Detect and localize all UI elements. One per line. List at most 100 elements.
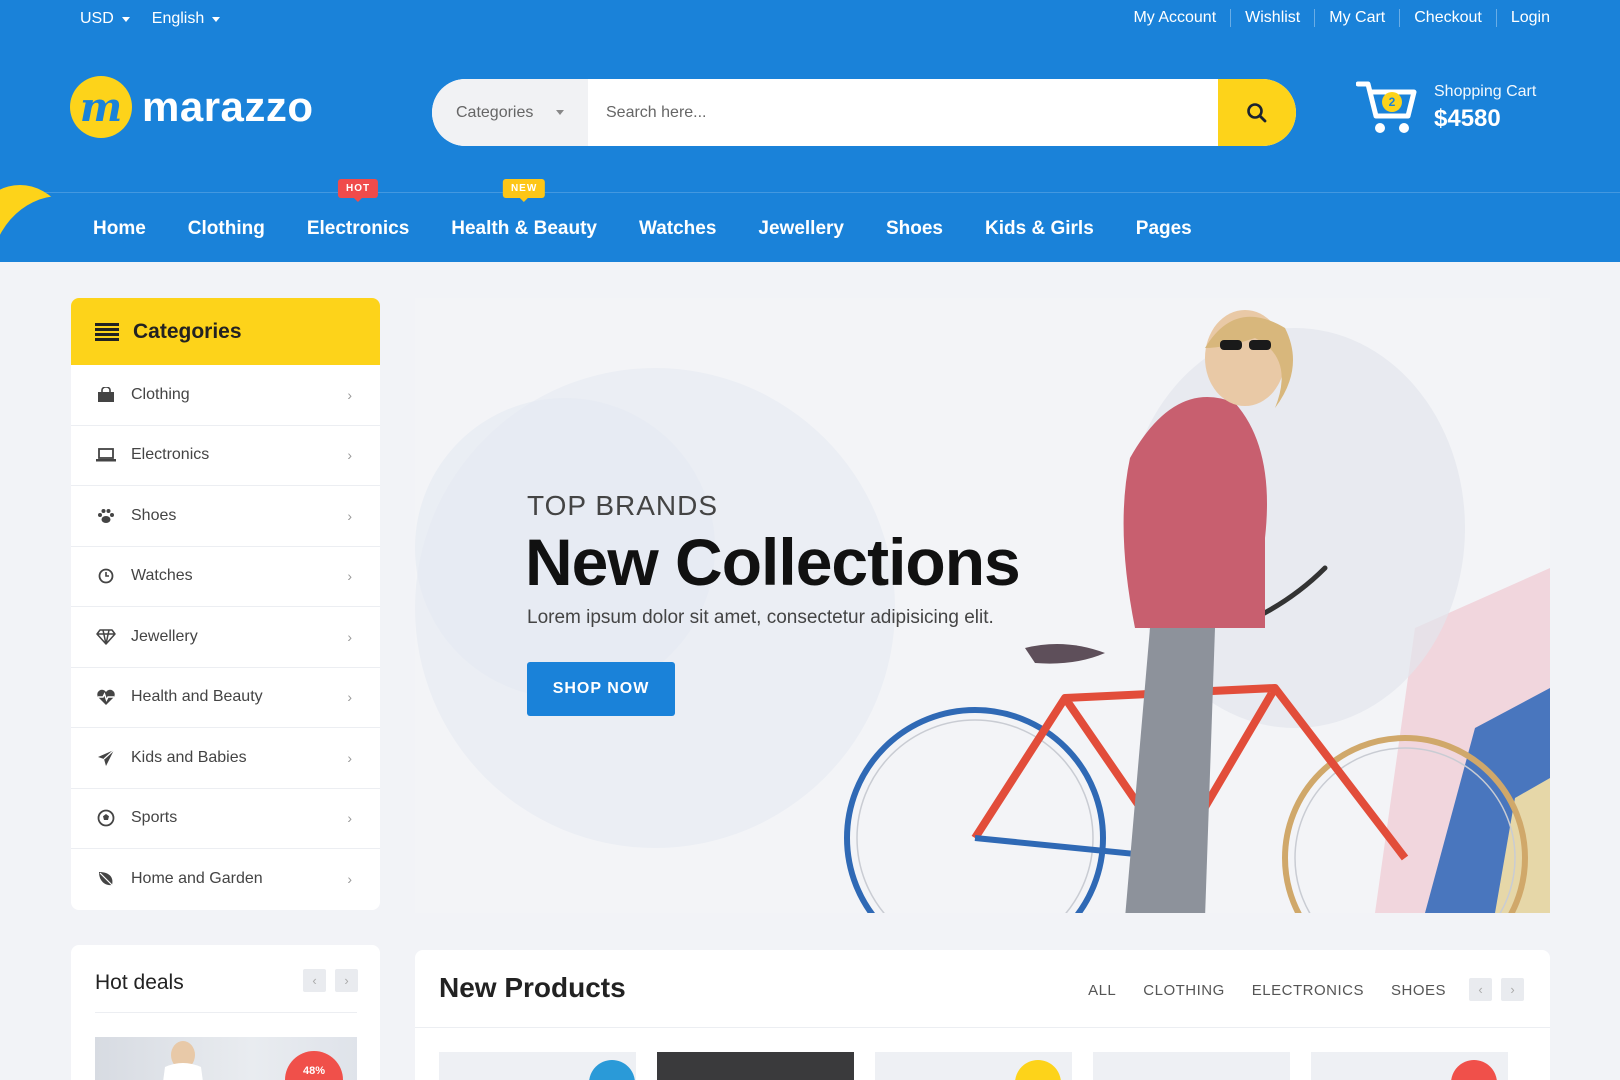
tab-shoes[interactable]: SHOES bbox=[1391, 982, 1446, 999]
hot-deals-panel: Hot deals ‹ › 48% bbox=[71, 945, 380, 1080]
next-arrow-button[interactable]: › bbox=[335, 969, 358, 992]
search-input[interactable] bbox=[588, 79, 1218, 146]
nav-shoes[interactable]: Shoes bbox=[865, 206, 964, 252]
category-jewellery[interactable]: Jewellery › bbox=[71, 607, 380, 668]
nav-electronics-label: Electronics bbox=[306, 218, 410, 239]
prev-arrow-button[interactable]: ‹ bbox=[1469, 978, 1492, 1001]
chevron-right-icon: › bbox=[347, 871, 352, 888]
nav-home[interactable]: Home bbox=[72, 206, 167, 252]
hot-deals-title: Hot deals bbox=[95, 971, 184, 994]
product-card[interactable] bbox=[1311, 1052, 1508, 1080]
search-category-dropdown[interactable]: Categories bbox=[432, 79, 588, 146]
new-products-title: New Products bbox=[439, 972, 626, 1003]
shop-now-button[interactable]: SHOP NOW bbox=[527, 662, 675, 716]
nav-jewellery[interactable]: Jewellery bbox=[737, 206, 865, 252]
shopping-cart[interactable]: 2 Shopping Cart $4580 bbox=[1355, 78, 1536, 138]
search-icon bbox=[1247, 102, 1267, 122]
cart-label: Shopping Cart bbox=[1434, 83, 1537, 100]
category-label: Electronics bbox=[131, 446, 210, 464]
category-kids-babies[interactable]: Kids and Babies › bbox=[71, 728, 380, 789]
categories-header[interactable]: Categories bbox=[71, 298, 380, 365]
currency-dropdown[interactable]: USD bbox=[80, 10, 130, 28]
site-logo[interactable]: m marazzo bbox=[70, 76, 314, 138]
nav-clothing[interactable]: Clothing bbox=[167, 206, 286, 252]
paper-plane-icon bbox=[95, 749, 117, 767]
category-clothing[interactable]: Clothing › bbox=[71, 365, 380, 426]
chevron-right-icon: › bbox=[347, 749, 352, 766]
hero-image bbox=[415, 310, 1550, 913]
language-label: English bbox=[151, 10, 205, 27]
tab-all[interactable]: ALL bbox=[1088, 982, 1116, 999]
category-shoes[interactable]: Shoes › bbox=[71, 486, 380, 547]
nav-pages[interactable]: Pages bbox=[1115, 206, 1213, 252]
hero-text: Lorem ipsum dolor sit amet, consectetur … bbox=[527, 607, 994, 628]
new-products-arrows: ‹ › bbox=[1469, 978, 1524, 1001]
clock-icon bbox=[95, 568, 117, 584]
chevron-right-icon: › bbox=[347, 568, 352, 585]
wishlist-link[interactable]: Wishlist bbox=[1230, 9, 1314, 27]
category-sports[interactable]: Sports › bbox=[71, 789, 380, 849]
nav-health-beauty-label: Health & Beauty bbox=[451, 218, 597, 239]
login-link[interactable]: Login bbox=[1495, 9, 1550, 27]
product-card[interactable] bbox=[439, 1052, 636, 1080]
diamond-icon bbox=[95, 629, 117, 645]
divider bbox=[95, 1012, 357, 1013]
chevron-right-icon: › bbox=[344, 973, 349, 988]
product-thumbnails bbox=[439, 1052, 1508, 1080]
checkout-link[interactable]: Checkout bbox=[1399, 9, 1496, 27]
nav-watches[interactable]: Watches bbox=[618, 206, 737, 252]
category-home-garden[interactable]: Home and Garden › bbox=[71, 849, 380, 910]
nav-pages-label: Pages bbox=[1135, 218, 1192, 239]
category-health-beauty[interactable]: Health and Beauty › bbox=[71, 668, 380, 728]
chevron-right-icon: › bbox=[347, 507, 352, 524]
category-label: Kids and Babies bbox=[131, 748, 247, 766]
nav-health-beauty[interactable]: NEW Health & Beauty bbox=[430, 179, 618, 252]
product-card[interactable] bbox=[1093, 1052, 1290, 1080]
category-label: Health and Beauty bbox=[131, 688, 263, 706]
chevron-down-icon bbox=[121, 16, 130, 22]
search-button[interactable] bbox=[1218, 79, 1296, 146]
categories-sidebar: Categories Clothing › Electronics › Shoe… bbox=[71, 298, 380, 910]
my-cart-link[interactable]: My Cart bbox=[1314, 9, 1399, 27]
divider bbox=[415, 1027, 1550, 1028]
hot-tag: HOT bbox=[337, 179, 379, 202]
chevron-right-icon: › bbox=[347, 689, 352, 706]
cart-total: $4580 bbox=[1434, 105, 1501, 132]
cart-count-badge: 2 bbox=[1382, 92, 1402, 112]
category-watches[interactable]: Watches › bbox=[71, 547, 380, 607]
cart-icon-wrap: 2 bbox=[1355, 78, 1418, 138]
nav-kids-girls[interactable]: Kids & Girls bbox=[964, 206, 1115, 252]
language-dropdown[interactable]: English bbox=[151, 10, 221, 28]
heartbeat-icon bbox=[95, 689, 117, 706]
new-tag: NEW bbox=[502, 179, 546, 202]
next-arrow-button[interactable]: › bbox=[1501, 978, 1524, 1001]
main-nav: Home Clothing HOT Electronics NEW Health… bbox=[72, 179, 1213, 252]
chevron-right-icon: › bbox=[347, 386, 352, 403]
category-label: Shoes bbox=[131, 506, 177, 524]
my-account-link[interactable]: My Account bbox=[1119, 9, 1230, 27]
search-bar: Categories bbox=[432, 79, 1296, 146]
tab-electronics[interactable]: ELECTRONICS bbox=[1252, 982, 1364, 999]
product-card[interactable] bbox=[657, 1052, 854, 1080]
shopping-bag-icon bbox=[95, 386, 117, 403]
category-electronics[interactable]: Electronics › bbox=[71, 426, 380, 486]
laptop-icon bbox=[95, 448, 117, 462]
chevron-down-icon bbox=[212, 16, 221, 22]
top-left-selectors: USD English bbox=[80, 10, 221, 28]
hero-title: New Collections bbox=[525, 525, 1021, 599]
chevron-right-icon: › bbox=[347, 628, 352, 645]
category-label: Home and Garden bbox=[131, 870, 263, 888]
nav-watches-label: Watches bbox=[638, 218, 717, 239]
prev-arrow-button[interactable]: ‹ bbox=[303, 969, 326, 992]
nav-electronics[interactable]: HOT Electronics bbox=[286, 179, 430, 252]
search-category-label: Categories bbox=[456, 103, 534, 121]
chevron-right-icon: › bbox=[347, 810, 352, 827]
category-label: Jewellery bbox=[131, 627, 198, 645]
product-card[interactable] bbox=[875, 1052, 1072, 1080]
tab-clothing[interactable]: CLOTHING bbox=[1143, 982, 1225, 999]
hero-subtitle: TOP BRANDS bbox=[527, 490, 719, 521]
hot-deals-arrows: ‹ › bbox=[303, 969, 358, 992]
product-badge bbox=[589, 1060, 635, 1080]
cart-summary: Shopping Cart $4580 bbox=[1434, 83, 1536, 133]
hot-deal-product-image[interactable]: 48% bbox=[95, 1037, 357, 1080]
